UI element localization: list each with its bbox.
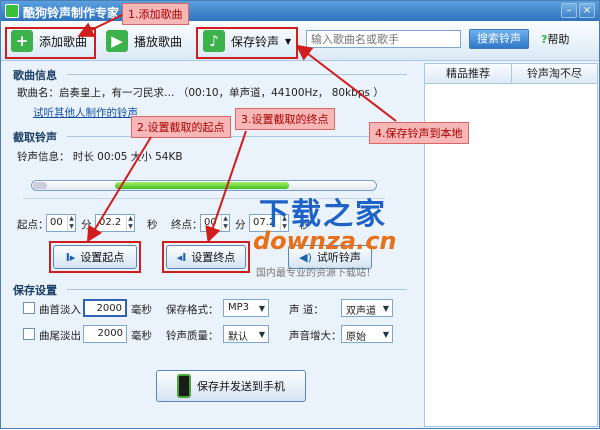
app-window: 酷狗铃声制作专家 – × + 添加歌曲 ▶ 播放歌曲 ♪ 保存铃声 ▼ 搜索铃声… [0,0,600,429]
arrow-step4 [295,44,397,122]
arrow-step1 [77,14,123,37]
arrow-step2 [86,136,152,243]
arrow-step3 [205,130,247,243]
annotation-arrows [77,14,397,243]
